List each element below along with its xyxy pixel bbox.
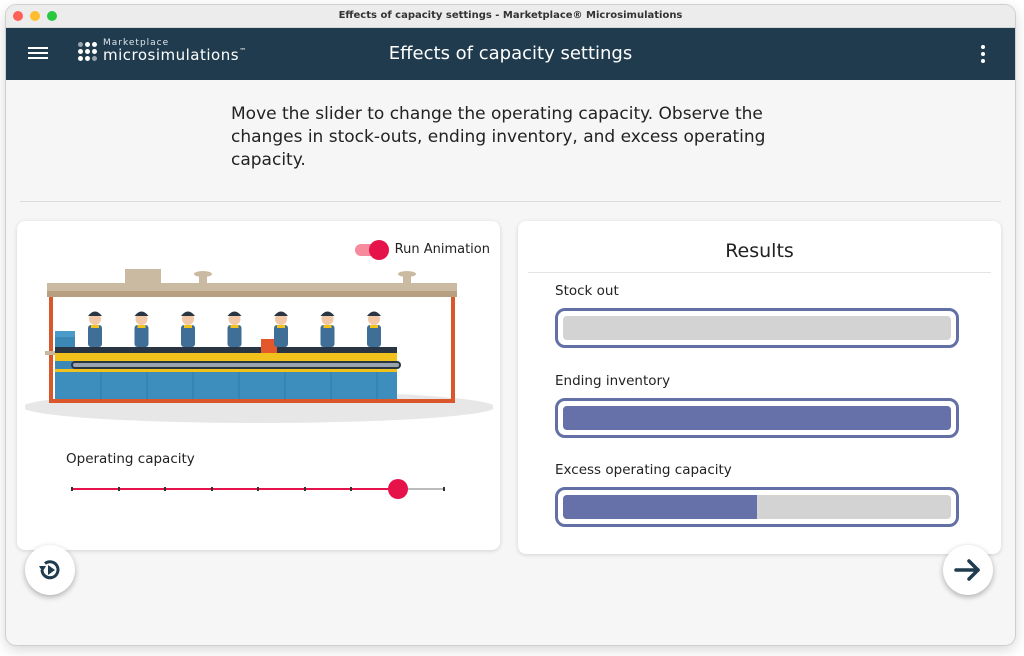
metric-bar-frame (555, 487, 959, 527)
restart-icon (39, 560, 60, 580)
factory-illustration (25, 269, 493, 423)
operating-capacity-label: Operating capacity (66, 451, 195, 467)
worker-icon (181, 311, 195, 347)
run-animation-toggle[interactable] (354, 240, 389, 260)
window-title: Effects of capacity settings - Marketpla… (338, 10, 683, 21)
metric-ending-inventory: Ending inventory (555, 373, 965, 438)
slider-thumb[interactable] (387, 479, 408, 499)
zoom-window-button[interactable] (47, 11, 57, 21)
slider-tick (71, 487, 73, 491)
operating-capacity-slider[interactable] (71, 479, 445, 499)
slider-tick (164, 487, 166, 491)
metric-bar-fill (563, 495, 757, 519)
window-titlebar: Effects of capacity settings - Marketpla… (6, 5, 1015, 28)
metric-bar-track (563, 316, 951, 340)
animation-toggle-row: Run Animation (354, 240, 490, 260)
worker-icon (227, 311, 242, 347)
simulation-card: Run Animation Operating capacity (17, 221, 500, 550)
worker-icon (88, 311, 102, 347)
divider (20, 201, 1001, 202)
run-animation-label: Run Animation (394, 241, 490, 257)
slider-tick (443, 487, 445, 491)
worker-icon (320, 311, 335, 347)
worker-icon (274, 311, 288, 347)
slider-fill (72, 488, 398, 490)
app-header: Marketplace microsimulations™ Effects of… (6, 28, 1015, 80)
slider-tick (210, 487, 213, 491)
metric-bar-frame (555, 398, 959, 438)
metric-stock-out: Stock out (555, 283, 965, 348)
slider-tick (257, 487, 259, 491)
metric-label: Excess operating capacity (555, 462, 732, 478)
window-controls (13, 11, 57, 21)
arrow-right-icon (954, 559, 980, 581)
metric-label: Stock out (555, 283, 619, 299)
minimize-window-button[interactable] (30, 11, 40, 21)
metric-bar-track (563, 495, 951, 519)
more-options-icon[interactable] (981, 45, 985, 66)
restart-button[interactable] (25, 545, 75, 595)
metric-bar-track (563, 406, 951, 430)
worker-icon (134, 311, 149, 347)
slider-tick (303, 487, 306, 491)
results-title: Results (725, 240, 794, 262)
slider-tick (117, 487, 120, 491)
next-button[interactable] (943, 545, 993, 595)
app-window: Effects of capacity settings - Marketpla… (6, 5, 1015, 645)
metric-bar-frame (555, 308, 959, 348)
metric-excess-capacity: Excess operating capacity (555, 462, 965, 527)
slider-tick (350, 487, 352, 491)
close-window-button[interactable] (13, 11, 23, 21)
instructions-text: Move the slider to change the operating … (231, 104, 766, 170)
page-title: Effects of capacity settings (388, 43, 633, 64)
results-divider (528, 272, 991, 273)
results-card: Results Stock out Ending inventory Exces… (518, 221, 1001, 554)
worker-icon (367, 311, 381, 347)
metric-bar-fill (563, 406, 951, 430)
metric-label: Ending inventory (555, 373, 671, 389)
